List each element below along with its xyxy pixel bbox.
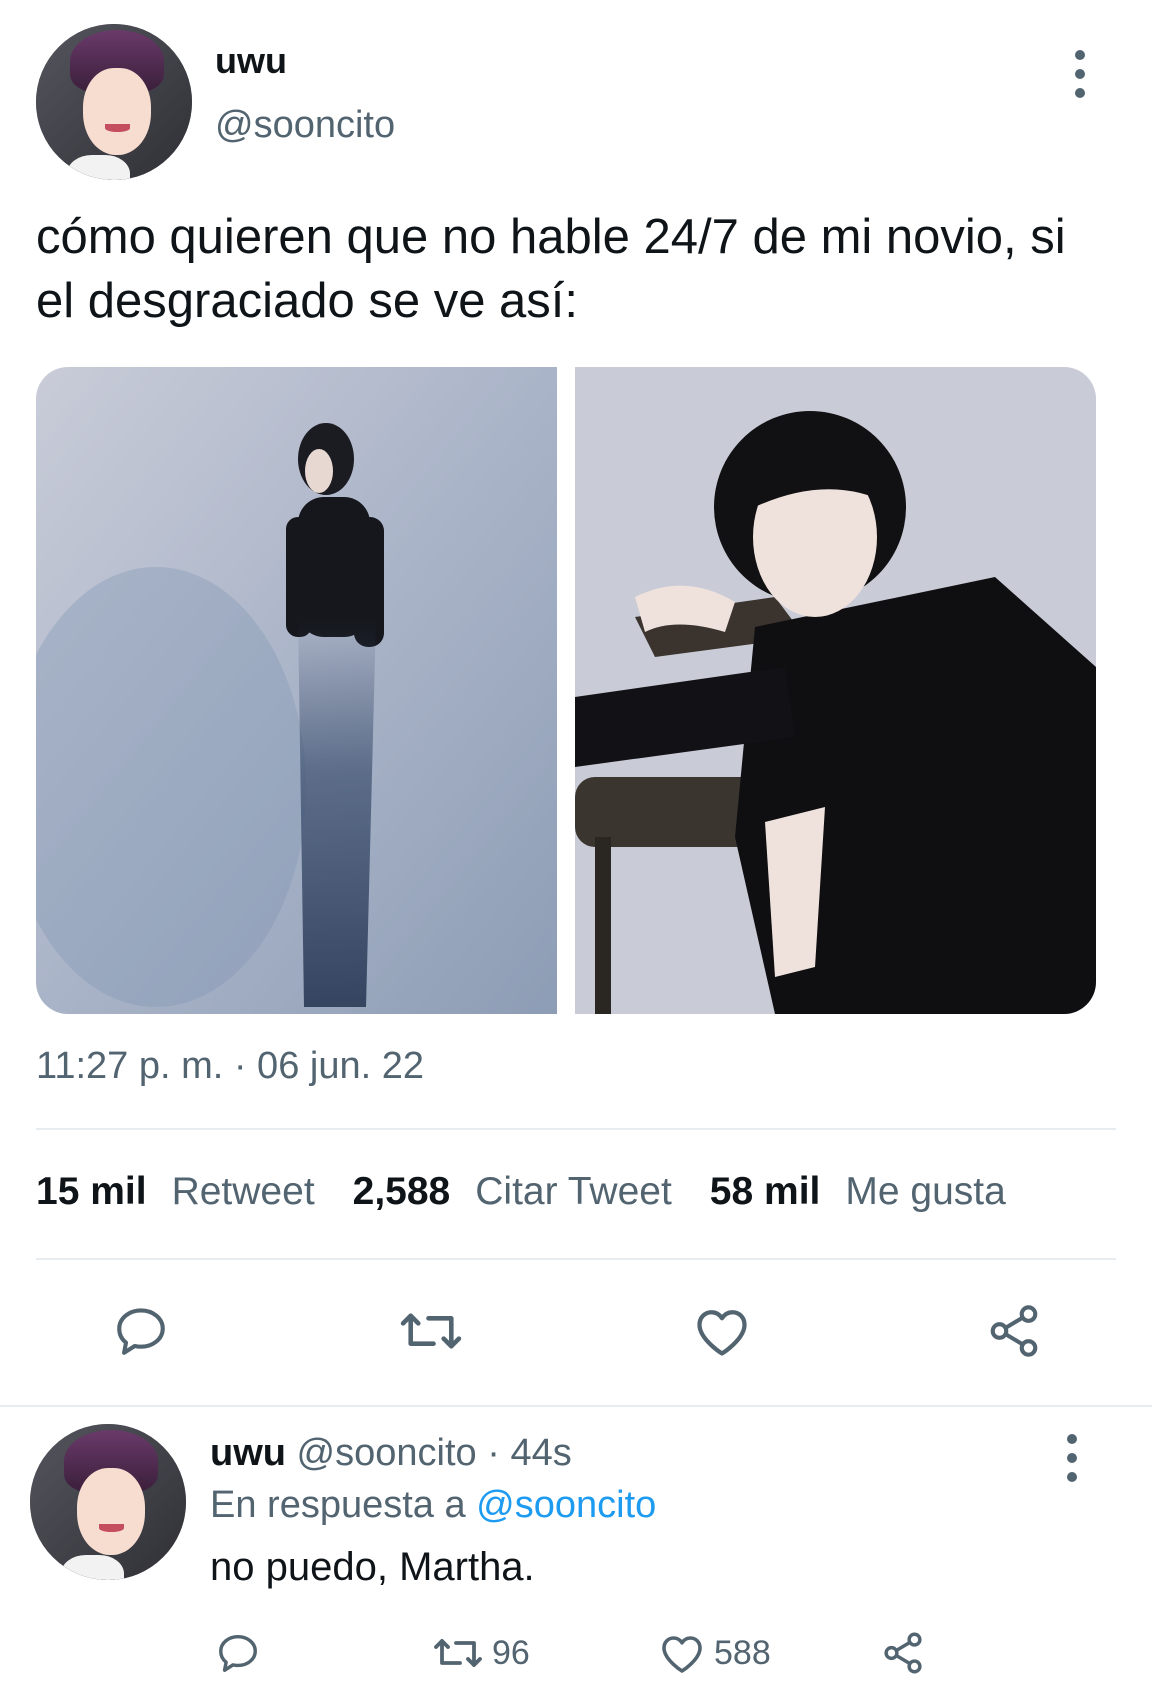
reply-author-avatar[interactable] bbox=[30, 1424, 186, 1580]
tweet-photo-2[interactable] bbox=[575, 367, 1096, 1014]
retweet-icon bbox=[434, 1639, 482, 1667]
share-icon bbox=[990, 1305, 1038, 1357]
quotes-label[interactable]: Citar Tweet bbox=[475, 1170, 672, 1214]
reply-icon bbox=[117, 1308, 165, 1355]
reply-icon bbox=[219, 1634, 257, 1672]
share-button[interactable] bbox=[985, 1302, 1043, 1360]
reply-retweet-count: 96 bbox=[492, 1633, 530, 1672]
likes-label[interactable]: Me gusta bbox=[845, 1170, 1005, 1214]
reply-more-options-icon[interactable] bbox=[1057, 1428, 1087, 1488]
in-reply-to-prefix: En respuesta a bbox=[210, 1484, 466, 1526]
in-reply-to-handle[interactable]: @sooncito bbox=[476, 1484, 656, 1526]
like-button[interactable] bbox=[692, 1302, 752, 1360]
quotes-count[interactable]: 2,588 bbox=[353, 1170, 451, 1214]
retweet-button[interactable] bbox=[398, 1302, 464, 1360]
heart-icon bbox=[662, 1636, 702, 1673]
reply-display-name[interactable]: uwu bbox=[210, 1432, 286, 1474]
tweet-photo-1[interactable] bbox=[36, 367, 557, 1014]
share-icon bbox=[884, 1632, 922, 1674]
author-avatar[interactable] bbox=[36, 24, 192, 180]
reply-header: uwu @sooncito · 44s bbox=[210, 1432, 572, 1475]
divider bbox=[36, 1128, 1116, 1130]
divider bbox=[36, 1258, 1116, 1260]
reply-like-button[interactable]: 588 bbox=[658, 1630, 771, 1676]
tweet-stats: 15 mil Retweet 2,588 Citar Tweet 58 mil … bbox=[36, 1170, 1044, 1214]
divider bbox=[0, 1405, 1152, 1407]
reply-age[interactable]: · 44s bbox=[487, 1432, 571, 1474]
reply-handle[interactable]: @sooncito bbox=[297, 1432, 477, 1474]
heart-icon bbox=[697, 1310, 747, 1356]
reply-button[interactable] bbox=[112, 1302, 170, 1360]
author-handle[interactable]: @sooncito bbox=[215, 104, 395, 147]
likes-count[interactable]: 58 mil bbox=[710, 1170, 821, 1214]
retweets-label[interactable]: Retweet bbox=[172, 1170, 315, 1214]
reply-retweet-button[interactable]: 96 bbox=[432, 1630, 530, 1676]
retweet-icon bbox=[400, 1313, 462, 1349]
more-options-icon[interactable] bbox=[1065, 44, 1095, 104]
tweet-timestamp[interactable]: 11:27 p. m. · 06 jun. 22 bbox=[36, 1045, 424, 1088]
tweet-text: cómo quieren que no hable 24/7 de mi nov… bbox=[36, 210, 1066, 328]
reply-reply-button[interactable] bbox=[215, 1630, 261, 1676]
reply-text: no puedo, Martha. bbox=[210, 1545, 535, 1589]
reply-like-count: 588 bbox=[714, 1633, 771, 1672]
reply-share-button[interactable] bbox=[880, 1630, 926, 1676]
retweets-count[interactable]: 15 mil bbox=[36, 1170, 147, 1214]
in-reply-to: En respuesta a @sooncito bbox=[210, 1484, 656, 1527]
author-display-name[interactable]: uwu bbox=[215, 40, 287, 82]
